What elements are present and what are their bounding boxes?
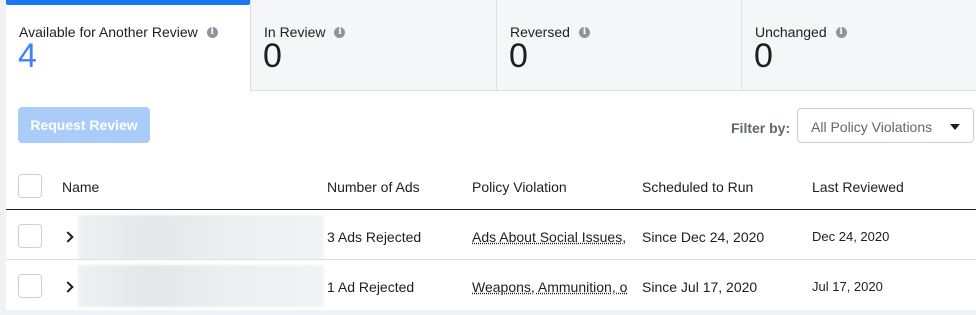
ads-count: 1 Ad Rejected	[327, 279, 415, 295]
tab-count: 0	[509, 37, 528, 75]
column-header-last-reviewed[interactable]: Last Reviewed	[812, 179, 904, 195]
review-panel: Request Review Filter by: All Policy Vio…	[6, 91, 976, 310]
tab-count: 4	[18, 37, 37, 75]
tab-count: 0	[754, 37, 773, 75]
caret-down-icon	[950, 124, 960, 130]
last-reviewed: Jul 17, 2020	[812, 279, 883, 294]
info-icon[interactable]: i	[206, 26, 218, 38]
redacted-name	[78, 265, 324, 307]
row-checkbox[interactable]	[18, 274, 42, 298]
tab-in-review[interactable]: In Review i 0	[251, 0, 497, 91]
header-divider	[6, 209, 976, 210]
info-icon[interactable]: i	[334, 26, 346, 38]
scheduled-to-run: Since Dec 24, 2020	[642, 229, 765, 245]
policy-violation-link[interactable]: Ads About Social Issues,	[472, 229, 626, 245]
active-tab-indicator	[6, 0, 250, 5]
last-reviewed: Dec 24, 2020	[812, 229, 890, 244]
row-divider	[6, 259, 976, 260]
tab-label: Available for Another Review	[19, 24, 198, 40]
filter-selected-value: All Policy Violations	[811, 119, 933, 135]
chevron-right-icon[interactable]	[62, 231, 74, 243]
tab-unchanged[interactable]: Unchanged i 0	[742, 0, 976, 91]
redacted-name	[78, 215, 324, 259]
column-header-policy-violation[interactable]: Policy Violation	[472, 179, 567, 195]
column-header-scheduled-to-run[interactable]: Scheduled to Run	[642, 179, 753, 195]
policy-filter-dropdown[interactable]: All Policy Violations	[797, 108, 974, 143]
chevron-right-icon[interactable]	[62, 281, 74, 293]
column-header-name[interactable]: Name	[62, 179, 99, 195]
scheduled-to-run: Since Jul 17, 2020	[642, 279, 758, 295]
tab-available-for-another-review[interactable]: Available for Another Review i 4	[6, 0, 251, 91]
ads-count: 3 Ads Rejected	[327, 229, 422, 245]
request-review-button[interactable]: Request Review	[18, 107, 150, 143]
tab-count: 0	[263, 37, 282, 75]
status-tabs: Available for Another Review i 4 In Revi…	[6, 0, 976, 91]
select-all-checkbox[interactable]	[18, 174, 42, 198]
column-header-number-of-ads[interactable]: Number of Ads	[327, 179, 420, 195]
filter-label: Filter by:	[731, 120, 791, 136]
tab-reversed[interactable]: Reversed i 0	[497, 0, 742, 91]
row-checkbox[interactable]	[18, 224, 42, 248]
info-icon[interactable]: i	[578, 26, 590, 38]
policy-violation-link[interactable]: Weapons, Ammunition, o	[472, 279, 627, 295]
info-icon[interactable]: i	[835, 26, 847, 38]
